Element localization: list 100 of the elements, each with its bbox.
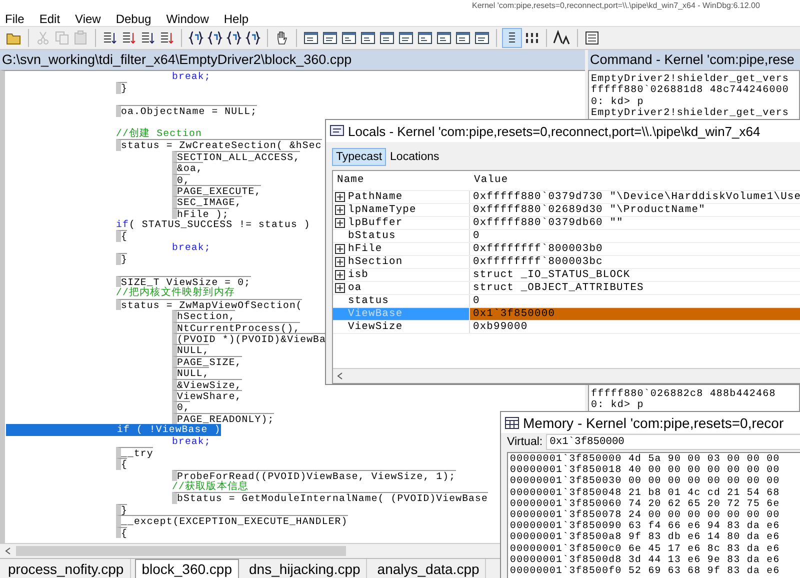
list-icon[interactable] <box>140 30 156 46</box>
memory-address: 00000001`3f850048 <box>510 486 622 498</box>
braces-icon[interactable] <box>207 30 223 46</box>
expand-icon[interactable] <box>335 218 346 228</box>
address-field[interactable]: 0x1`3f850000 <box>546 434 800 450</box>
code-comment: //把内核文件映射到内存 <box>116 287 235 299</box>
menu-item[interactable]: Debug <box>116 12 152 26</box>
braces-icon[interactable] <box>188 30 204 46</box>
memory-address: 00000001`3f850000 <box>510 453 622 464</box>
variable-value: 0xffffffff`800003bc <box>472 256 604 268</box>
list-icon[interactable] <box>121 30 137 46</box>
window-icon[interactable] <box>303 30 319 46</box>
memory-address: 00000001`3f850030 <box>510 475 622 487</box>
list-icon[interactable] <box>159 30 175 46</box>
expand-icon[interactable] <box>335 244 346 254</box>
variable-value: struct _IO_STATUS_BLOCK <box>472 269 632 281</box>
variable-name[interactable]: lpNameType <box>348 204 416 216</box>
expand-icon[interactable] <box>335 192 346 202</box>
variable-name[interactable]: status <box>348 295 390 307</box>
memory-bytes: 52 69 63 68 9f 83 da e6 <box>628 564 780 576</box>
menu-item[interactable]: View <box>75 12 101 26</box>
memory-bytes: 9f 83 db e6 14 80 da e6 <box>628 531 780 542</box>
code-line: if ( !ViewBase ) <box>117 424 221 436</box>
window-icon[interactable] <box>379 30 395 46</box>
command-window-title: Command - Kernel 'com:pipe,rese <box>590 51 794 69</box>
memory-address: 00000001`3f8500f0 <box>510 564 622 576</box>
memory-bytes: 4d 5a 90 00 03 00 00 00 <box>628 453 780 464</box>
expand-icon[interactable] <box>335 282 346 294</box>
locals-tab[interactable]: Locations <box>386 148 444 166</box>
braces-icon[interactable] <box>226 30 242 46</box>
memory-address: 00000001`3f8500d8 <box>510 554 622 565</box>
memory-bytes: 74 20 62 65 20 72 75 6e <box>628 498 780 509</box>
variable-value: 0xfffff880`0379db60 "" <box>472 217 624 229</box>
variable-name[interactable]: lpBuffer <box>348 217 403 229</box>
code-comment: //创建 Section <box>116 128 202 140</box>
memory-bytes: 21 b8 01 4c cd 21 54 68 <box>628 486 780 498</box>
locals-tab[interactable]: Typecast <box>332 148 386 166</box>
menu-item[interactable]: Window <box>166 12 209 26</box>
variable-value: 0 <box>472 230 481 242</box>
scroll-left-icon[interactable] <box>336 372 344 380</box>
variable-value: 0x1`3f850000 <box>470 308 800 320</box>
source-window-title: G:\svn_working\tdi_filter_x64\EmptyDriver2\block_360.cpp <box>2 51 352 69</box>
menu-item[interactable]: File <box>5 12 24 26</box>
dots-icon[interactable] <box>524 30 540 46</box>
variable-name[interactable]: isb <box>348 269 369 281</box>
window-icon[interactable] <box>474 30 490 46</box>
expand-icon[interactable] <box>335 270 346 280</box>
memory-bytes: 3d 44 13 e6 9e 83 da e6 <box>628 554 780 565</box>
variable-name[interactable]: hSection <box>348 256 403 268</box>
window-icon[interactable] <box>436 30 452 46</box>
variable-value: 0xfffff880`02689d30 "\ProductName" <box>472 204 706 216</box>
window-icon[interactable] <box>322 30 338 46</box>
command-output-line: EmptyDriver2!shielder_get_vers <box>591 108 790 120</box>
command-output-line: EmptyDriver2!shielder_get_vers <box>591 74 790 85</box>
window-icon[interactable] <box>341 30 357 46</box>
variable-name[interactable]: PathName <box>348 191 403 203</box>
memory-address: 00000001`3f8500c0 <box>510 542 622 554</box>
menu-item[interactable]: Help <box>224 12 249 26</box>
variable-name[interactable]: ViewSize <box>348 321 403 333</box>
scroll-left-icon[interactable] <box>4 547 12 555</box>
menu-item[interactable]: Edit <box>39 12 60 26</box>
memory-bytes: 24 00 00 00 00 00 00 00 <box>628 508 780 520</box>
grid-icon <box>505 416 519 430</box>
lines-icon[interactable] <box>503 29 521 47</box>
file-tab[interactable]: block_360.cpp <box>134 559 239 578</box>
memory-address: 00000001`3f850078 <box>510 508 622 520</box>
command-output-line: 0: kd> p <box>591 96 644 108</box>
window-title: Kernel 'com:pipe,resets=0,reconnect,port=\\.\pipe\kd_win7_x64 - WinDbg:6.12.00 <box>472 0 760 12</box>
window-icon <box>330 125 344 137</box>
window-icon[interactable] <box>417 30 433 46</box>
command-output-line: 0: kd> p <box>591 400 644 412</box>
scrollbar-thumb[interactable] <box>16 546 346 556</box>
window-icon[interactable] <box>398 30 414 46</box>
column-header[interactable]: Value <box>470 171 800 190</box>
memory-address: 00000001`3f850090 <box>510 520 622 532</box>
expand-icon[interactable] <box>335 256 346 268</box>
variable-name[interactable]: bStatus <box>348 230 396 242</box>
variable-value: 0xffffffff`800003b0 <box>472 243 604 255</box>
locals-window-title: Locals - Kernel 'com:pipe,resets=0,reconnect,port=\\.\pipe\kd_win7_x64 <box>348 124 760 138</box>
triangles-icon[interactable] <box>553 30 571 46</box>
memory-address: 00000001`3f850018 <box>510 464 622 476</box>
window-icon[interactable] <box>455 30 471 46</box>
sheet-icon[interactable] <box>584 30 600 46</box>
variable-value: 0xb99000 <box>472 321 529 333</box>
command-output-line: fffff880`026881d8 48c744246000 <box>591 85 790 96</box>
code-comment: //获取版本信息 <box>172 481 249 492</box>
memory-bytes: 6e 45 17 e6 8c 83 da e6 <box>628 542 780 554</box>
variable-value: 0 <box>472 295 481 307</box>
expand-icon[interactable] <box>335 204 346 216</box>
code-line: if( STATUS_SUCCESS != status ) <box>116 219 310 230</box>
variable-name[interactable]: oa <box>348 282 362 294</box>
memory-address: 00000001`3f850060 <box>510 498 622 509</box>
list-icon[interactable] <box>102 30 118 46</box>
braces-icon[interactable] <box>245 30 261 46</box>
memory-bytes: 00 00 00 00 00 00 00 00 <box>628 475 780 487</box>
command-output-line: fffff880`026882c8 488b442468 <box>591 389 776 400</box>
window-icon[interactable] <box>360 30 376 46</box>
variable-value: struct _OBJECT_ATTRIBUTES <box>472 282 645 294</box>
column-header[interactable]: Name <box>333 171 470 190</box>
variable-name[interactable]: hFile <box>348 243 382 255</box>
